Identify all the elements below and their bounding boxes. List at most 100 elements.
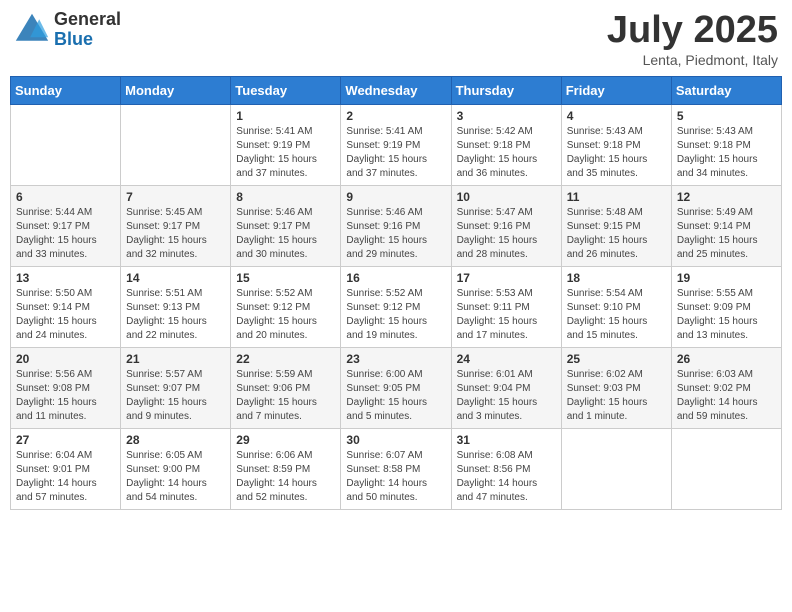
day-number: 9 xyxy=(346,190,445,204)
cell-content: Sunrise: 6:05 AMSunset: 9:00 PMDaylight:… xyxy=(126,449,225,505)
day-number: 6 xyxy=(16,190,115,204)
cell-content: Sunrise: 6:03 AMSunset: 9:02 PMDaylight:… xyxy=(677,368,776,424)
calendar-cell: 23 Sunrise: 6:00 AMSunset: 9:05 PMDayligh… xyxy=(341,347,451,428)
calendar-cell: 18 Sunrise: 5:54 AMSunset: 9:10 PMDayligh… xyxy=(561,266,671,347)
calendar-cell: 2 Sunrise: 5:41 AMSunset: 9:19 PMDaylight… xyxy=(341,104,451,185)
cell-content: Sunrise: 5:45 AMSunset: 9:17 PMDaylight:… xyxy=(126,206,225,262)
day-number: 30 xyxy=(346,433,445,447)
day-number: 2 xyxy=(346,109,445,123)
cell-content: Sunrise: 6:02 AMSunset: 9:03 PMDaylight:… xyxy=(567,368,666,424)
weekday-header: Sunday xyxy=(11,76,121,104)
day-number: 16 xyxy=(346,271,445,285)
month-title: July 2025 xyxy=(607,10,778,52)
cell-content: Sunrise: 5:43 AMSunset: 9:18 PMDaylight:… xyxy=(567,125,666,181)
day-number: 29 xyxy=(236,433,335,447)
day-number: 19 xyxy=(677,271,776,285)
calendar-cell: 9 Sunrise: 5:46 AMSunset: 9:16 PMDaylight… xyxy=(341,185,451,266)
calendar-cell: 26Sunrise: 6:03 AMSunset: 9:02 PMDayligh… xyxy=(671,347,781,428)
day-number: 17 xyxy=(457,271,556,285)
calendar-cell: 16 Sunrise: 5:52 AMSunset: 9:12 PMDayligh… xyxy=(341,266,451,347)
cell-content: Sunrise: 5:50 AMSunset: 9:14 PMDaylight:… xyxy=(16,287,115,343)
cell-content: Sunrise: 5:47 AMSunset: 9:16 PMDaylight:… xyxy=(457,206,556,262)
day-number: 31 xyxy=(457,433,556,447)
page-header: General Blue July 2025 Lenta, Piedmont, … xyxy=(10,10,782,68)
logo-general-text: General xyxy=(54,10,121,30)
logo: General Blue xyxy=(14,10,121,50)
calendar-cell xyxy=(121,104,231,185)
calendar-cell: 12 Sunrise: 5:49 AMSunset: 9:14 PMDayligh… xyxy=(671,185,781,266)
cell-content: Sunrise: 6:07 AMSunset: 8:58 PMDaylight:… xyxy=(346,449,445,505)
calendar-cell xyxy=(11,104,121,185)
calendar-cell: 27 Sunrise: 6:04 AMSunset: 9:01 PMDayligh… xyxy=(11,428,121,509)
day-number: 27 xyxy=(16,433,115,447)
cell-content: Sunrise: 5:42 AMSunset: 9:18 PMDaylight:… xyxy=(457,125,556,181)
cell-content: Sunrise: 5:51 AMSunset: 9:13 PMDaylight:… xyxy=(126,287,225,343)
cell-content: Sunrise: 5:52 AMSunset: 9:12 PMDaylight:… xyxy=(236,287,335,343)
day-number: 1 xyxy=(236,109,335,123)
calendar-cell: 25 Sunrise: 6:02 AMSunset: 9:03 PMDayligh… xyxy=(561,347,671,428)
day-number: 3 xyxy=(457,109,556,123)
cell-content: Sunrise: 5:41 AMSunset: 9:19 PMDaylight:… xyxy=(346,125,445,181)
cell-content: Sunrise: 5:46 AMSunset: 9:16 PMDaylight:… xyxy=(346,206,445,262)
day-number: 24 xyxy=(457,352,556,366)
logo-text: General Blue xyxy=(54,10,121,50)
cell-content: Sunrise: 5:41 AMSunset: 9:19 PMDaylight:… xyxy=(236,125,335,181)
calendar-table: SundayMondayTuesdayWednesdayThursdayFrid… xyxy=(10,76,782,510)
cell-content: Sunrise: 5:44 AMSunset: 9:17 PMDaylight:… xyxy=(16,206,115,262)
location-text: Lenta, Piedmont, Italy xyxy=(607,52,778,68)
weekday-header: Thursday xyxy=(451,76,561,104)
day-number: 12 xyxy=(677,190,776,204)
calendar-cell: 6 Sunrise: 5:44 AMSunset: 9:17 PMDaylight… xyxy=(11,185,121,266)
calendar-week-row: 1 Sunrise: 5:41 AMSunset: 9:19 PMDaylight… xyxy=(11,104,782,185)
day-number: 13 xyxy=(16,271,115,285)
logo-icon xyxy=(14,12,50,48)
calendar-cell: 15 Sunrise: 5:52 AMSunset: 9:12 PMDayligh… xyxy=(231,266,341,347)
calendar-cell: 19 Sunrise: 5:55 AMSunset: 9:09 PMDayligh… xyxy=(671,266,781,347)
cell-content: Sunrise: 6:04 AMSunset: 9:01 PMDaylight:… xyxy=(16,449,115,505)
calendar-cell: 31Sunrise: 6:08 AMSunset: 8:56 PMDayligh… xyxy=(451,428,561,509)
calendar-cell: 10 Sunrise: 5:47 AMSunset: 9:16 PMDayligh… xyxy=(451,185,561,266)
day-number: 18 xyxy=(567,271,666,285)
calendar-cell xyxy=(671,428,781,509)
day-number: 14 xyxy=(126,271,225,285)
cell-content: Sunrise: 5:52 AMSunset: 9:12 PMDaylight:… xyxy=(346,287,445,343)
weekday-header: Friday xyxy=(561,76,671,104)
day-number: 11 xyxy=(567,190,666,204)
cell-content: Sunrise: 5:59 AMSunset: 9:06 PMDaylight:… xyxy=(236,368,335,424)
day-number: 4 xyxy=(567,109,666,123)
calendar-cell: 24Sunrise: 6:01 AMSunset: 9:04 PMDayligh… xyxy=(451,347,561,428)
cell-content: Sunrise: 5:43 AMSunset: 9:18 PMDaylight:… xyxy=(677,125,776,181)
weekday-header: Saturday xyxy=(671,76,781,104)
day-number: 22 xyxy=(236,352,335,366)
calendar-cell: 30 Sunrise: 6:07 AMSunset: 8:58 PMDayligh… xyxy=(341,428,451,509)
calendar-cell: 22 Sunrise: 5:59 AMSunset: 9:06 PMDayligh… xyxy=(231,347,341,428)
cell-content: Sunrise: 5:48 AMSunset: 9:15 PMDaylight:… xyxy=(567,206,666,262)
calendar-cell: 7Sunrise: 5:45 AMSunset: 9:17 PMDaylight… xyxy=(121,185,231,266)
calendar-week-row: 20Sunrise: 5:56 AMSunset: 9:08 PMDayligh… xyxy=(11,347,782,428)
day-number: 15 xyxy=(236,271,335,285)
calendar-cell: 5Sunrise: 5:43 AMSunset: 9:18 PMDaylight… xyxy=(671,104,781,185)
day-number: 10 xyxy=(457,190,556,204)
calendar-cell: 1 Sunrise: 5:41 AMSunset: 9:19 PMDaylight… xyxy=(231,104,341,185)
day-number: 25 xyxy=(567,352,666,366)
calendar-cell: 13 Sunrise: 5:50 AMSunset: 9:14 PMDayligh… xyxy=(11,266,121,347)
weekday-header-row: SundayMondayTuesdayWednesdayThursdayFrid… xyxy=(11,76,782,104)
day-number: 28 xyxy=(126,433,225,447)
cell-content: Sunrise: 6:00 AMSunset: 9:05 PMDaylight:… xyxy=(346,368,445,424)
calendar-cell xyxy=(561,428,671,509)
cell-content: Sunrise: 5:49 AMSunset: 9:14 PMDaylight:… xyxy=(677,206,776,262)
calendar-cell: 3 Sunrise: 5:42 AMSunset: 9:18 PMDaylight… xyxy=(451,104,561,185)
cell-content: Sunrise: 5:56 AMSunset: 9:08 PMDaylight:… xyxy=(16,368,115,424)
logo-blue-text: Blue xyxy=(54,30,121,50)
calendar-cell: 11 Sunrise: 5:48 AMSunset: 9:15 PMDayligh… xyxy=(561,185,671,266)
calendar-cell: 8Sunrise: 5:46 AMSunset: 9:17 PMDaylight… xyxy=(231,185,341,266)
day-number: 21 xyxy=(126,352,225,366)
cell-content: Sunrise: 6:06 AMSunset: 8:59 PMDaylight:… xyxy=(236,449,335,505)
day-number: 23 xyxy=(346,352,445,366)
calendar-week-row: 27 Sunrise: 6:04 AMSunset: 9:01 PMDayligh… xyxy=(11,428,782,509)
weekday-header: Wednesday xyxy=(341,76,451,104)
cell-content: Sunrise: 5:53 AMSunset: 9:11 PMDaylight:… xyxy=(457,287,556,343)
cell-content: Sunrise: 5:57 AMSunset: 9:07 PMDaylight:… xyxy=(126,368,225,424)
cell-content: Sunrise: 5:54 AMSunset: 9:10 PMDaylight:… xyxy=(567,287,666,343)
cell-content: Sunrise: 5:55 AMSunset: 9:09 PMDaylight:… xyxy=(677,287,776,343)
